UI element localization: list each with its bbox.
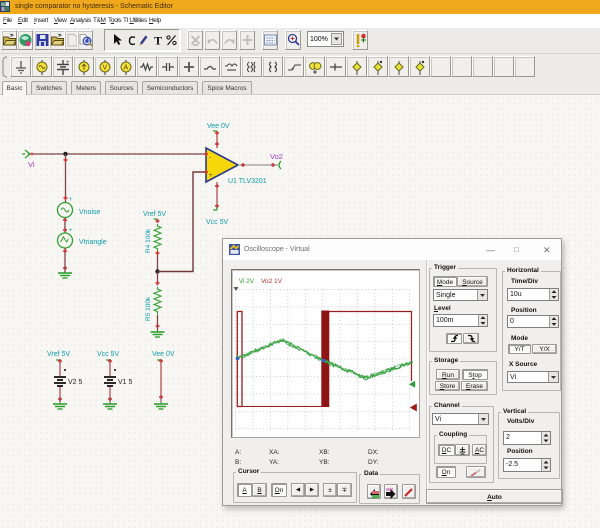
svg-text:Vcc 5V: Vcc 5V — [206, 219, 229, 226]
svg-text:-: - — [209, 155, 211, 161]
svg-text:T: T — [154, 34, 162, 48]
svg-text:Vi: Vi — [28, 160, 35, 169]
svg-text:R4 100k: R4 100k — [145, 228, 152, 253]
svg-text:+: + — [69, 197, 73, 203]
svg-text:Vnoise: Vnoise — [79, 209, 101, 216]
svg-text:Vtriangle: Vtriangle — [79, 239, 107, 246]
svg-text:Vcc 5V: Vcc 5V — [97, 351, 120, 358]
svg-text:V2 5: V2 5 — [68, 379, 83, 386]
svg-text:Vee 0V: Vee 0V — [152, 351, 175, 358]
svg-text:V: V — [103, 65, 108, 72]
svg-text:+: + — [69, 228, 73, 234]
svg-text:V1 5: V1 5 — [118, 379, 133, 386]
svg-text:Vi 2V: Vi 2V — [239, 278, 255, 285]
svg-text:Vref 5V: Vref 5V — [47, 351, 70, 358]
svg-text:+: + — [66, 60, 70, 66]
svg-text:Vo2 1V: Vo2 1V — [261, 278, 283, 285]
svg-text:Vo2: Vo2 — [270, 152, 283, 161]
svg-text:R5 100k: R5 100k — [145, 296, 152, 321]
svg-text:Vref 5V: Vref 5V — [143, 211, 166, 218]
svg-text:A: A — [124, 65, 129, 72]
svg-text:+: + — [209, 173, 213, 179]
svg-text:U1 TLV3201: U1 TLV3201 — [228, 178, 267, 185]
svg-text:Vee 0V: Vee 0V — [207, 123, 230, 130]
